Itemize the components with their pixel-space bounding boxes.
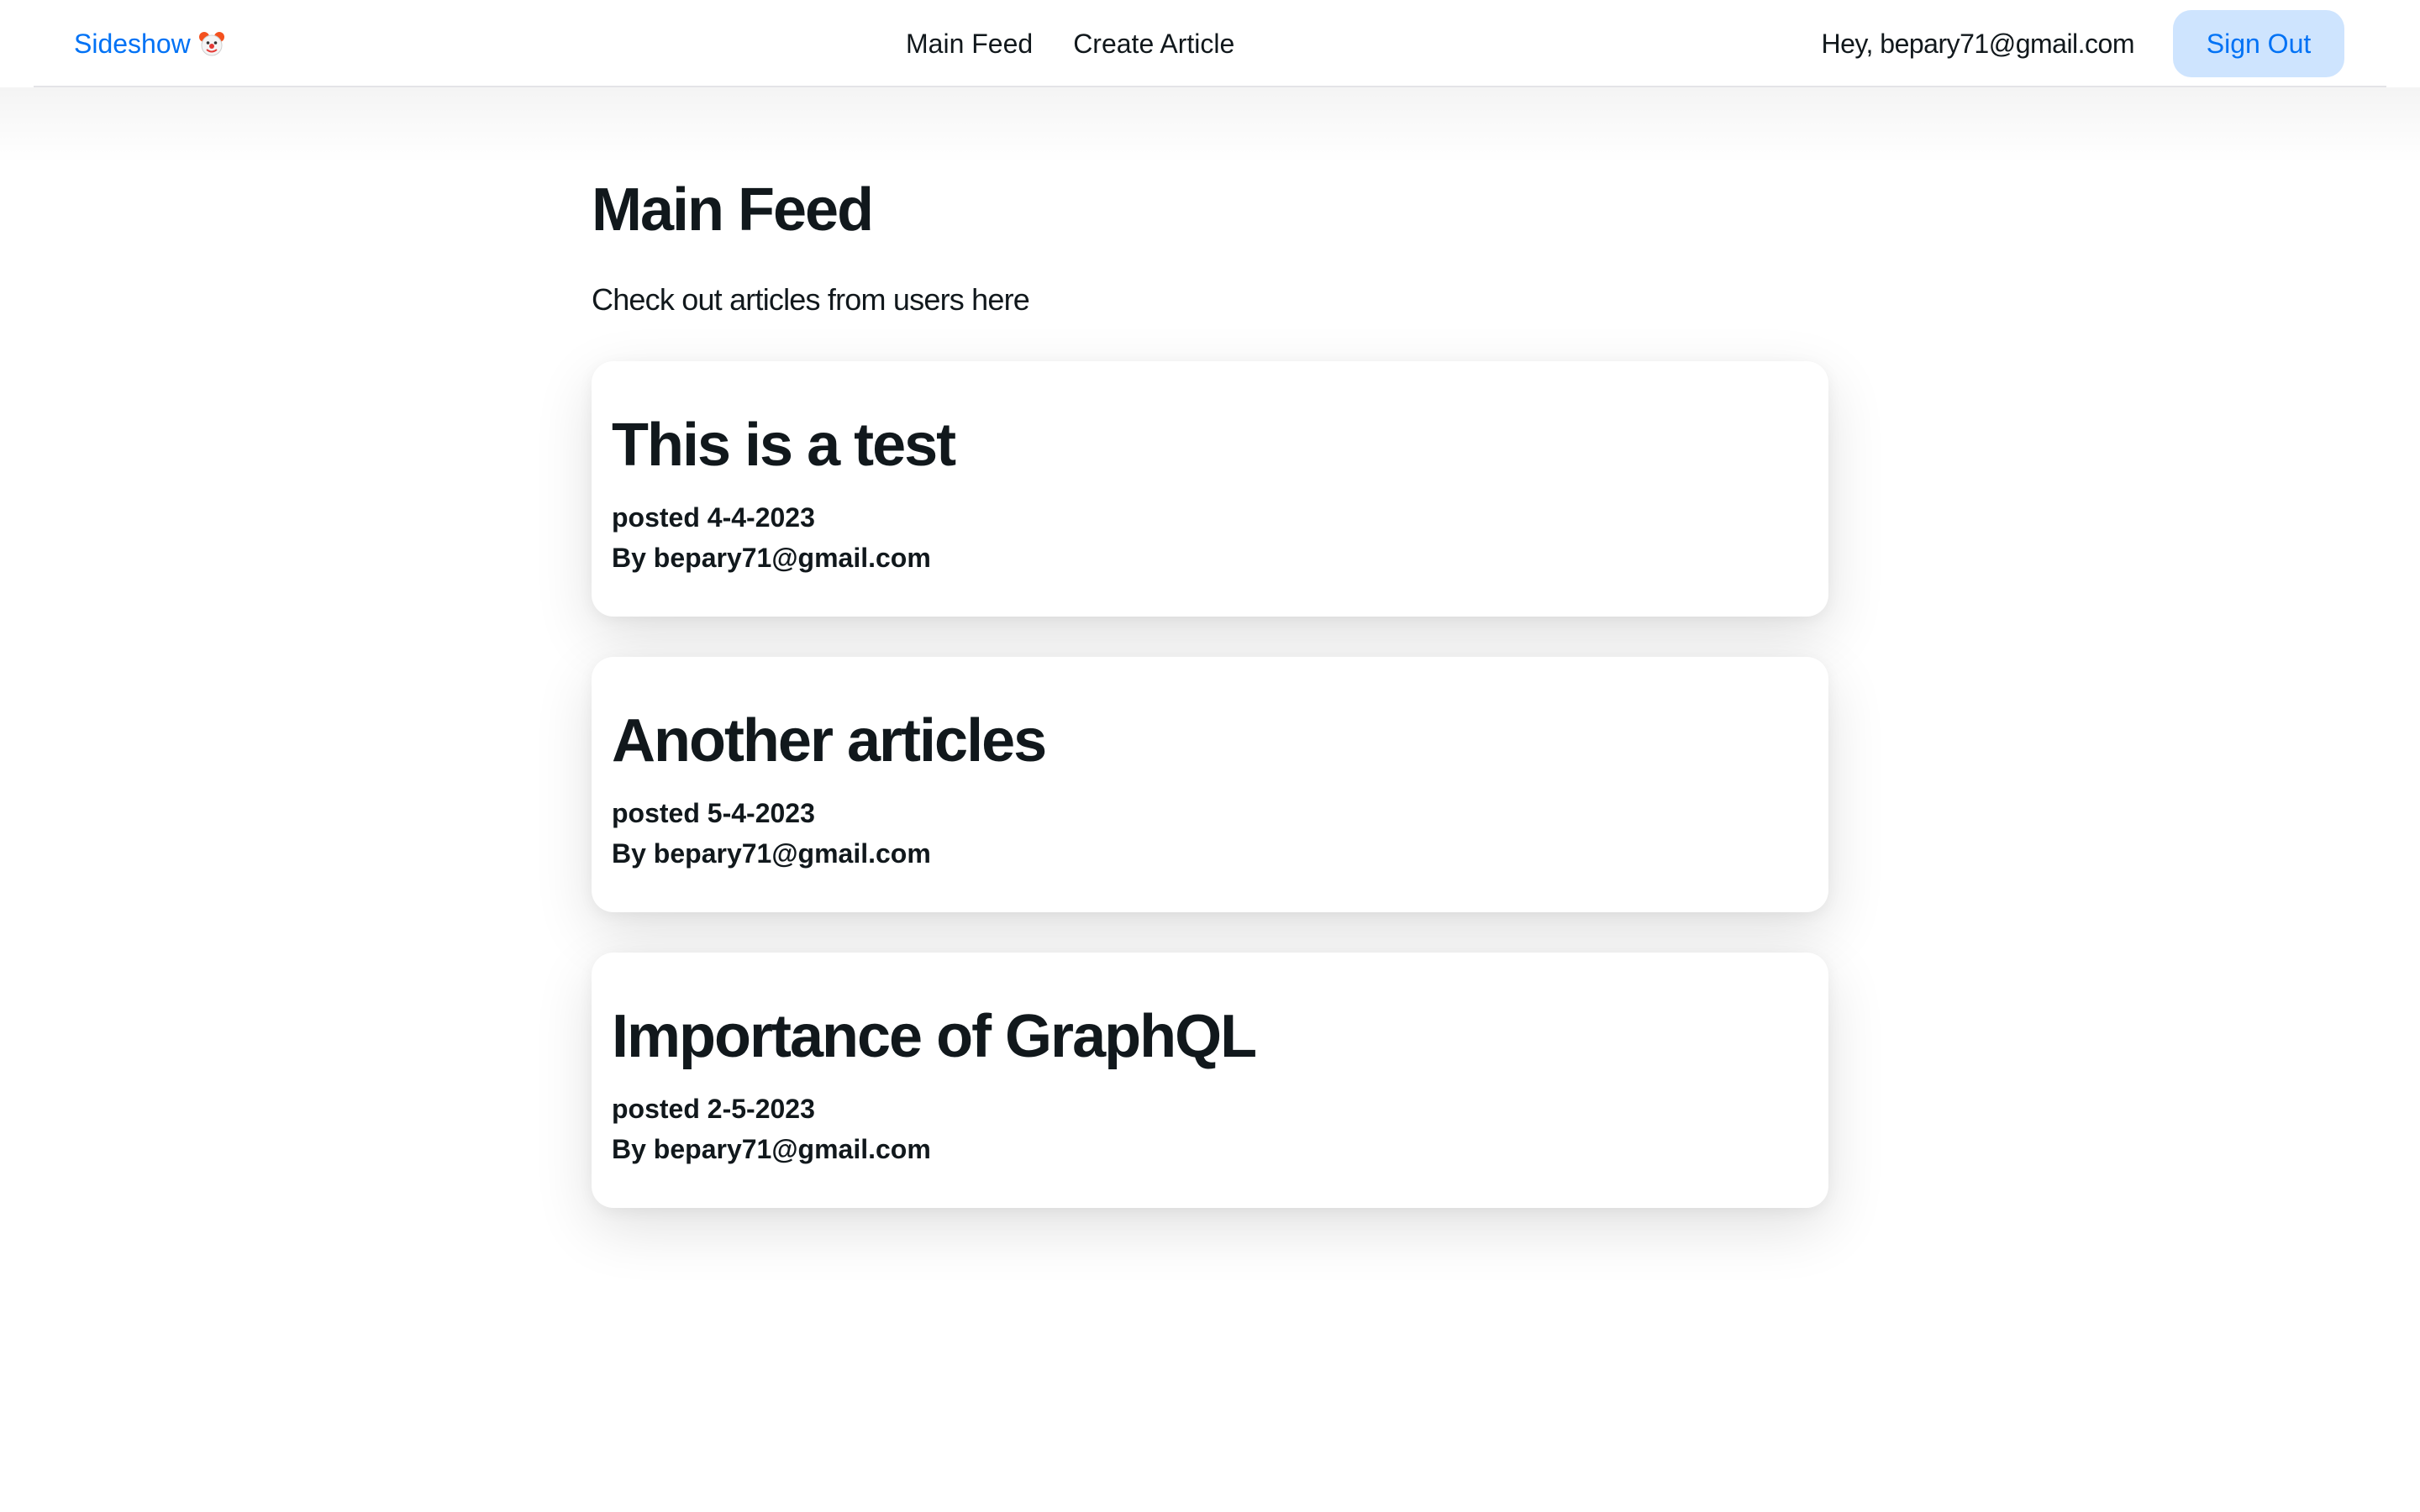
- article-title: Another articles: [612, 707, 1047, 774]
- navbar-shadow: [0, 87, 2420, 163]
- clown-face-icon: [197, 29, 226, 58]
- article-card[interactable]: Importance of GraphQL posted 2-5-2023 By…: [592, 953, 1828, 1208]
- article-author: By bepary71@gmail.com: [612, 1134, 931, 1164]
- article-author: By bepary71@gmail.com: [612, 543, 931, 573]
- article-card[interactable]: This is a test posted 4-4-2023 By bepary…: [592, 361, 1828, 617]
- page-subtitle: Check out articles from users here: [592, 282, 1030, 317]
- article-posted-date: posted 4-4-2023: [612, 502, 815, 533]
- main-content: Main Feed Check out articles from users …: [592, 168, 1828, 1208]
- article-title: Importance of GraphQL: [612, 1003, 1257, 1070]
- nav-links: Main Feed Create Article: [906, 25, 1234, 62]
- nav-link-create-article[interactable]: Create Article: [1073, 25, 1234, 62]
- brand-link[interactable]: Sideshow: [74, 25, 226, 62]
- navbar: Sideshow Main Feed Create Article Hey, b…: [34, 0, 2386, 87]
- article-title: This is a test: [612, 412, 956, 479]
- sign-out-button[interactable]: Sign Out: [2173, 10, 2344, 77]
- page-title: Main Feed: [592, 176, 874, 244]
- article-posted-date: posted 2-5-2023: [612, 1094, 815, 1124]
- article-card[interactable]: Another articles posted 5-4-2023 By bepa…: [592, 657, 1828, 912]
- brand-label: Sideshow: [74, 29, 191, 59]
- article-author: By bepary71@gmail.com: [612, 838, 931, 869]
- article-posted-date: posted 5-4-2023: [612, 798, 815, 828]
- nav-link-main-feed[interactable]: Main Feed: [906, 25, 1033, 62]
- user-greeting: Hey, bepary71@gmail.com: [1821, 29, 2134, 59]
